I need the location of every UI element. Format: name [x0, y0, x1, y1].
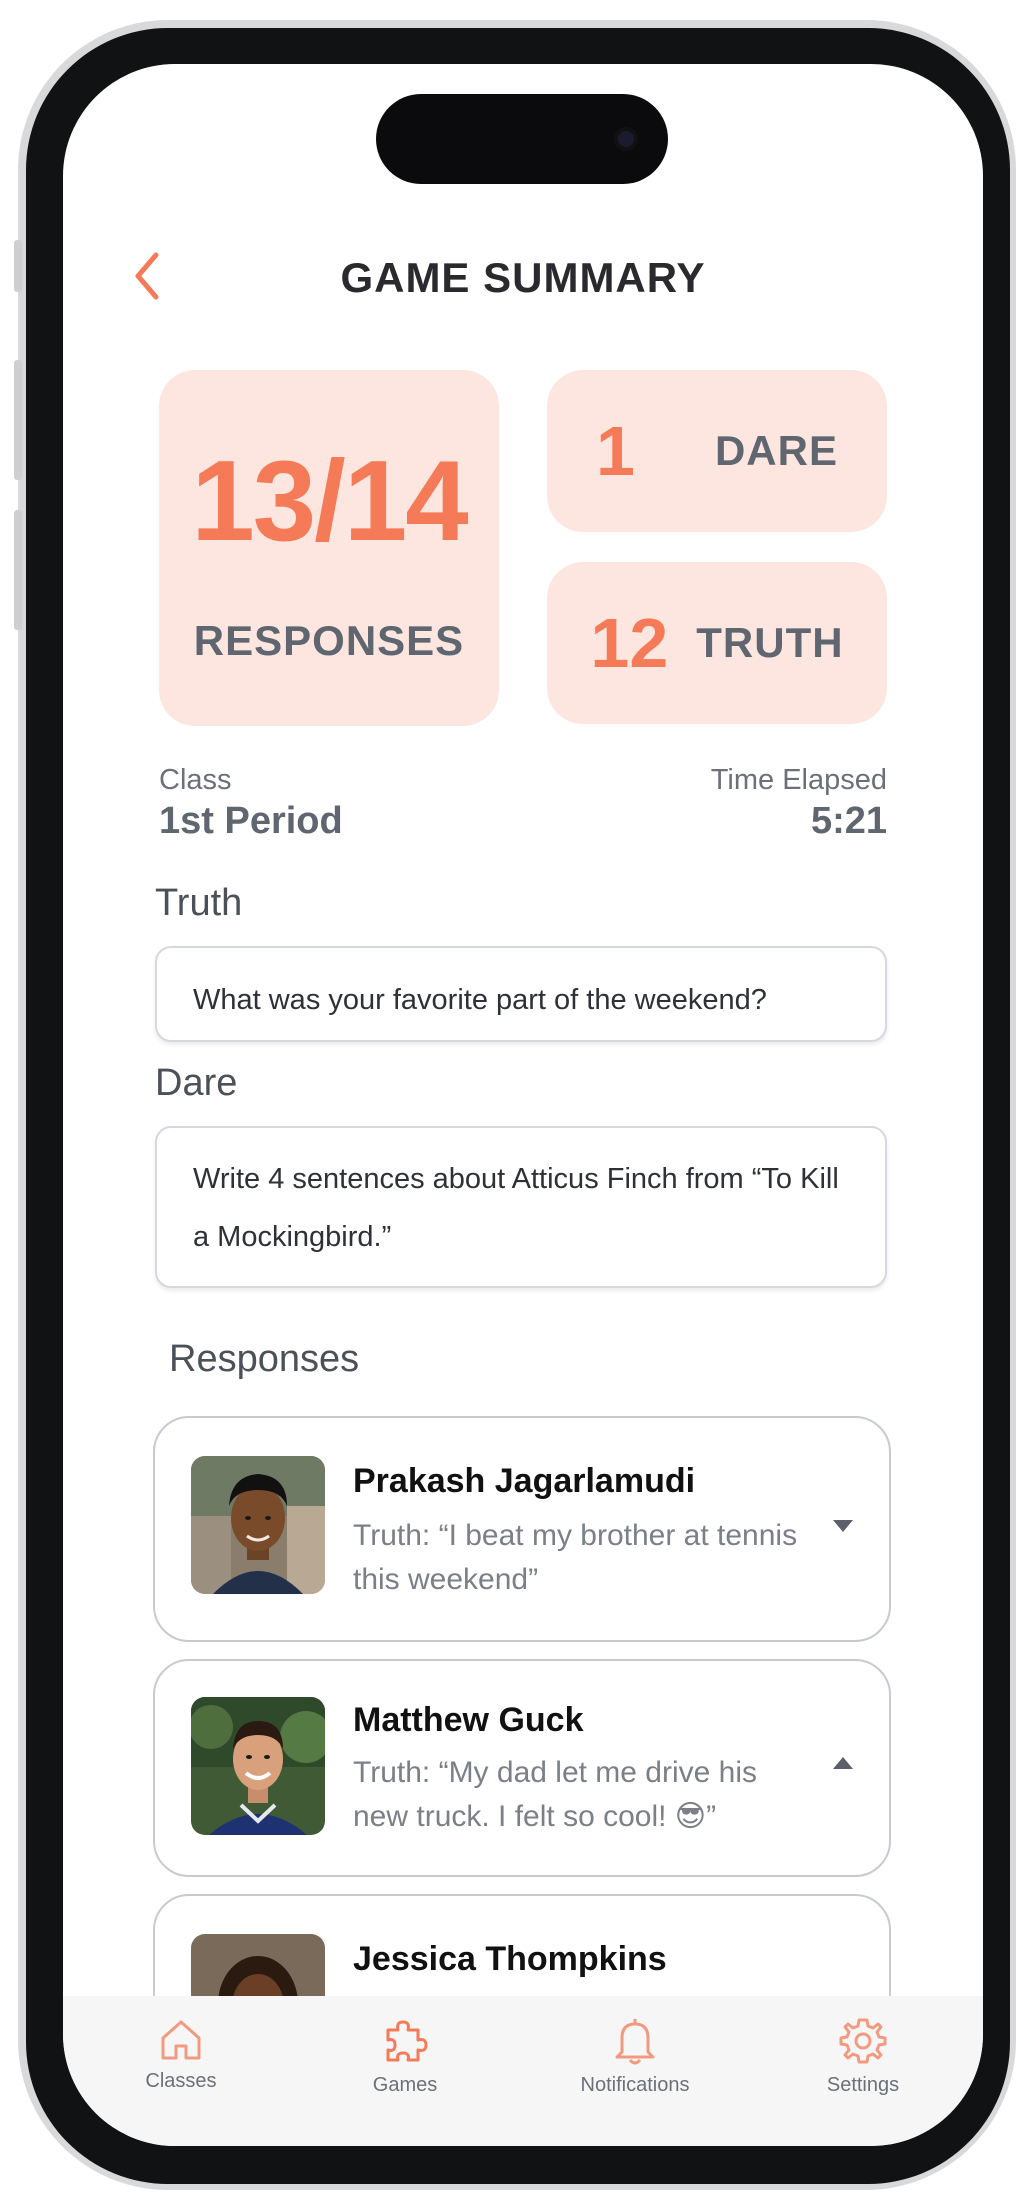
response-text: Truth: “My dad let me drive his new truc… [353, 1756, 758, 1833]
response-student-name: Matthew Guck [353, 1701, 584, 1739]
responses-stat-label: RESPONSES [193, 617, 465, 664]
nav-item-settings[interactable]: Settings [773, 2016, 953, 2097]
responses-section-label: Responses [169, 1338, 360, 1380]
dare-prompt-box: Write 4 sentences about Atticus Finch fr… [155, 1126, 887, 1288]
nav-label: Notifications [580, 2074, 690, 2096]
time-elapsed-label: Time Elapsed [710, 764, 887, 796]
time-elapsed-value: 5:21 [810, 800, 887, 842]
truth-section-label: Truth [155, 882, 243, 924]
side-button [14, 240, 22, 292]
dare-prompt-text: Write 4 sentences about Atticus Finch fr… [193, 1163, 839, 1253]
response-card[interactable]: Matthew Guck Truth: “My dad let me drive… [153, 1659, 891, 1877]
truth-prompt-text: What was your favorite part of the weeke… [193, 984, 767, 1016]
avatar [191, 1456, 325, 1594]
app-screen: GAME SUMMARY 13/14 RESPONSES 1 DARE 12 T… [63, 64, 983, 2146]
truth-stat-card: 12 TRUTH [547, 562, 887, 724]
response-student-name: Jessica Thompkins [353, 1940, 667, 1978]
dare-stat-card: 1 DARE [547, 370, 887, 532]
chevron-down-icon[interactable] [833, 1520, 853, 1532]
dare-count: 1 [596, 412, 635, 490]
responses-count: 13/14 [191, 438, 468, 565]
class-label: Class [159, 764, 232, 796]
class-value: 1st Period [159, 800, 343, 842]
bell-icon [615, 2019, 655, 2065]
response-student-name: Prakash Jagarlamudi [353, 1462, 696, 1500]
side-button [14, 360, 22, 480]
home-icon [161, 2020, 201, 2060]
nav-item-notifications[interactable]: Notifications [545, 2016, 725, 2097]
truth-count: 12 [590, 604, 669, 682]
dare-stat-label: DARE [714, 427, 838, 474]
dynamic-island [376, 94, 668, 184]
dare-section-label: Dare [155, 1062, 238, 1104]
nav-label: Games [372, 2074, 438, 2096]
truth-stat-label: TRUTH [696, 619, 844, 666]
nav-label: Settings [826, 2074, 900, 2096]
puzzle-icon [386, 2020, 428, 2062]
camera-icon [614, 127, 638, 151]
response-card[interactable]: Prakash Jagarlamudi Truth: “I beat my br… [153, 1416, 891, 1642]
truth-prompt-box: What was your favorite part of the weeke… [155, 946, 887, 1042]
response-text: Truth: “I beat my brother at tennis this… [353, 1519, 798, 1596]
side-button [14, 510, 22, 630]
page-title: GAME SUMMARY [340, 254, 706, 301]
responses-stat-card: 13/14 RESPONSES [159, 370, 499, 726]
avatar [191, 1697, 325, 1835]
nav-label: Classes [145, 2070, 217, 2092]
nav-item-games[interactable]: Games [315, 2016, 495, 2097]
bottom-navigation: Classes Games Notifications Settings [63, 1996, 983, 2146]
chevron-up-icon[interactable] [833, 1757, 853, 1769]
nav-item-classes[interactable]: Classes [91, 2016, 271, 2093]
gear-icon [839, 2018, 887, 2064]
